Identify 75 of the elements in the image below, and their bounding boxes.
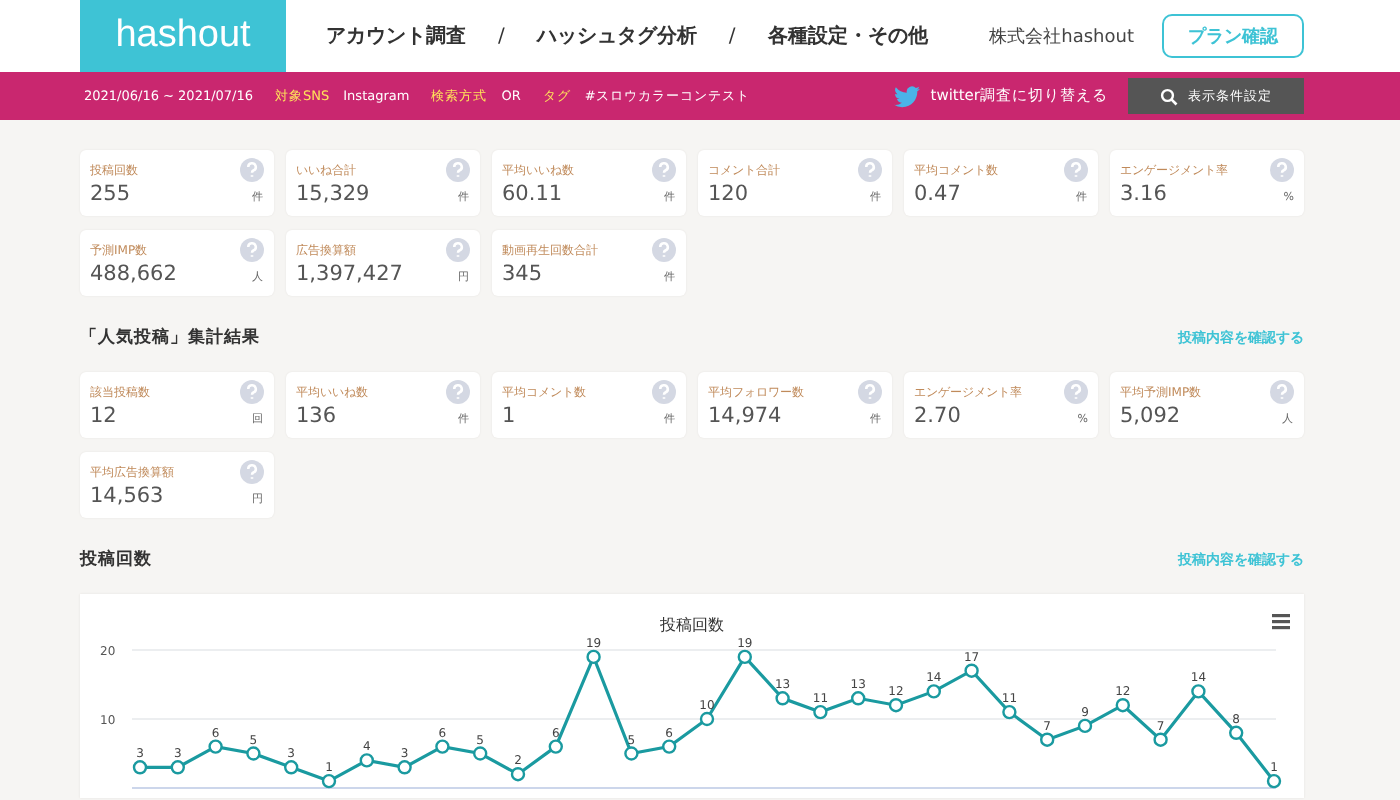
help-icon[interactable] <box>652 238 676 262</box>
help-icon[interactable] <box>446 380 470 404</box>
help-icon[interactable] <box>1270 158 1294 182</box>
data-point <box>813 704 828 720</box>
data-point <box>888 698 904 713</box>
stat-value: 0.47 <box>914 182 961 206</box>
data-point <box>624 746 639 761</box>
data-point <box>1191 684 1206 699</box>
help-icon[interactable] <box>1064 158 1088 182</box>
data-point <box>775 691 790 706</box>
help-icon[interactable] <box>240 380 264 404</box>
data-point <box>548 739 563 754</box>
help-icon[interactable] <box>240 238 264 262</box>
data-point <box>132 760 148 775</box>
nav-link[interactable]: 各種設定・その他 <box>767 22 928 50</box>
stat-value: 345 <box>502 262 543 286</box>
help-icon[interactable] <box>1064 380 1088 404</box>
nav-separator: / <box>498 25 505 47</box>
bird-icon <box>894 85 921 107</box>
help-icon[interactable] <box>446 158 470 182</box>
data-point <box>1115 698 1130 713</box>
data-point <box>435 739 450 754</box>
help-icon[interactable] <box>240 460 264 484</box>
stat-value: 1,397,427 <box>296 262 403 286</box>
stat-value: 488,662 <box>90 262 177 286</box>
data-point <box>321 773 337 789</box>
data-point <box>1077 718 1093 734</box>
nav-link[interactable]: ハッシュタグ分析 <box>536 22 697 50</box>
company-name: 株式会社hashout <box>989 25 1134 49</box>
stat-value: 3.16 <box>1120 182 1167 206</box>
help-icon[interactable] <box>858 380 882 404</box>
nav-link[interactable]: アカウント調査 <box>326 22 466 50</box>
data-point <box>699 711 715 727</box>
help-icon[interactable] <box>240 158 264 182</box>
stat-value: 14,974 <box>708 404 782 428</box>
data-point <box>1153 732 1168 747</box>
data-point <box>1229 725 1244 740</box>
stat-value: 5,092 <box>1120 404 1181 428</box>
section-title: 投稿回数 <box>80 548 152 572</box>
chart-title: 投稿回数 <box>660 616 724 634</box>
menu-icon <box>1272 614 1290 630</box>
data-point <box>284 760 299 775</box>
nav-separator: / <box>728 25 736 47</box>
stat-value: 60.11 <box>502 182 563 206</box>
data-point <box>926 684 941 699</box>
data-point <box>359 753 374 768</box>
stat-value: 15,329 <box>296 182 370 206</box>
help-icon[interactable] <box>1270 380 1294 404</box>
help-icon[interactable] <box>652 158 676 182</box>
stat-value: 12 <box>90 404 117 428</box>
help-icon[interactable] <box>446 238 470 262</box>
data-point <box>397 760 412 775</box>
data-point <box>964 663 979 678</box>
data-point <box>1266 773 1282 789</box>
stat-value: 1 <box>502 404 516 428</box>
section-title: 「人気投稿」集計結果 <box>80 326 260 350</box>
data-point <box>737 649 752 665</box>
data-point <box>170 760 185 775</box>
data-point <box>208 739 223 754</box>
stat-value: 136 <box>296 404 337 428</box>
data-point <box>662 739 677 754</box>
stat-value: 2.70 <box>914 404 961 428</box>
data-point <box>473 746 488 761</box>
data-point <box>1040 732 1055 747</box>
search-icon <box>1160 87 1178 105</box>
data-point <box>851 691 866 706</box>
data-point <box>586 649 601 665</box>
help-icon[interactable] <box>652 380 676 404</box>
stat-value: 255 <box>90 182 131 206</box>
help-icon[interactable] <box>858 158 882 182</box>
data-point <box>510 767 526 782</box>
data-point <box>1002 704 1017 720</box>
stat-value: 14,563 <box>90 484 164 508</box>
stat-value: 120 <box>708 182 749 206</box>
data-point <box>246 746 261 761</box>
